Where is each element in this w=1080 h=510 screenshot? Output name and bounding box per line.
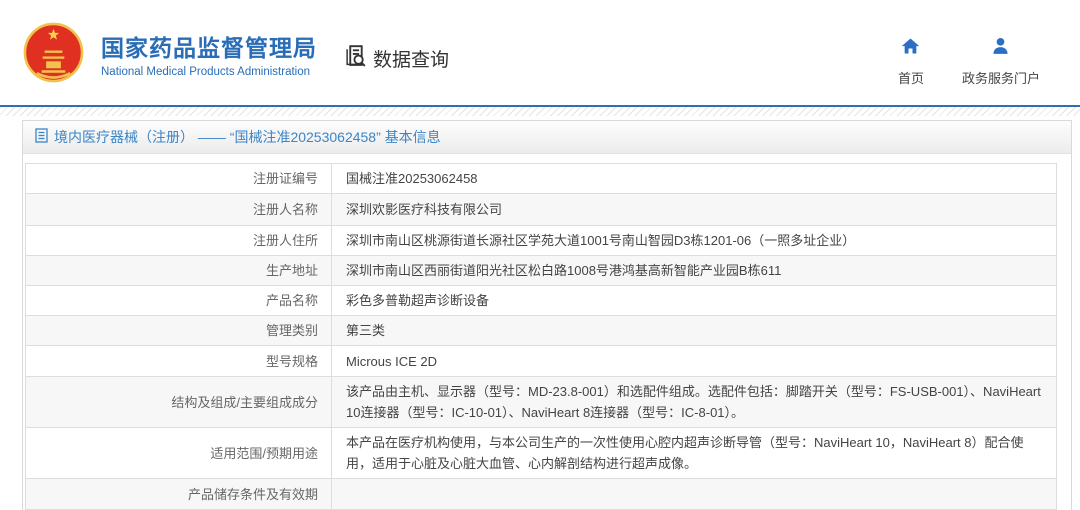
document-search-icon: [344, 43, 369, 74]
user-icon: [990, 36, 1011, 61]
row-label: 注册人住所: [26, 226, 332, 256]
data-query-link[interactable]: 数据查询: [344, 43, 449, 74]
top-nav: 首页 政务服务门户: [898, 36, 1040, 87]
row-label: 生产地址: [26, 256, 332, 286]
row-value: 该产品由主机、显示器（型号：MD-23.8-001）和选配件组成。选配件包括：脚…: [332, 377, 1057, 428]
nav-item-label: 首页: [898, 68, 924, 87]
row-label: 产品储存条件及有效期: [26, 479, 332, 510]
row-value: Microus ICE 2D: [332, 346, 1057, 377]
nav-item-label: 政务服务门户: [962, 68, 1040, 87]
row-value: 深圳欢影医疗科技有限公司: [332, 194, 1057, 226]
row-label: 适用范围/预期用途: [26, 428, 332, 479]
panel-title-bar: 境内医疗器械（注册） —— “国械注准20253062458” 基本信息: [23, 121, 1071, 154]
row-label: 注册人名称: [26, 194, 332, 226]
table-row: 注册人名称 深圳欢影医疗科技有限公司: [26, 194, 1057, 226]
row-value: 彩色多普勒超声诊断设备: [332, 286, 1057, 316]
org-title-block: 国家药品监督管理局 National Medical Products Admi…: [101, 29, 317, 78]
table-row: 注册证编号 国械注准20253062458: [26, 164, 1057, 194]
nav-item-portal[interactable]: 政务服务门户: [962, 36, 1040, 87]
panel-title: 境内医疗器械（注册） —— “国械注准20253062458” 基本信息: [54, 127, 441, 147]
data-query-label: 数据查询: [373, 45, 449, 72]
table-row: 注册人住所 深圳市南山区桃源街道长源社区学苑大道1001号南山智园D3栋1201…: [26, 226, 1057, 256]
hatched-divider-band: [0, 107, 1080, 116]
row-value: 第三类: [332, 316, 1057, 346]
row-label: 注册证编号: [26, 164, 332, 194]
table-row: 结构及组成/主要组成成分 该产品由主机、显示器（型号：MD-23.8-001）和…: [26, 377, 1057, 428]
national-emblem-icon[interactable]: [22, 21, 85, 84]
row-value: 国械注准20253062458: [332, 164, 1057, 194]
table-row: 适用范围/预期用途 本产品在医疗机构使用，与本公司生产的一次性使用心腔内超声诊断…: [26, 428, 1057, 479]
info-table-wrap: 注册证编号 国械注准20253062458 注册人名称 深圳欢影医疗科技有限公司…: [23, 154, 1071, 510]
row-label: 产品名称: [26, 286, 332, 316]
row-label: 管理类别: [26, 316, 332, 346]
table-row: 管理类别 第三类: [26, 316, 1057, 346]
table-row: 生产地址 深圳市南山区西丽街道阳光社区松白路1008号港鸿基高新智能产业园B栋6…: [26, 256, 1057, 286]
org-name-cn: 国家药品监督管理局: [101, 29, 317, 63]
row-value: 深圳市南山区西丽街道阳光社区松白路1008号港鸿基高新智能产业园B栋611: [332, 256, 1057, 286]
registration-info-table: 注册证编号 国械注准20253062458 注册人名称 深圳欢影医疗科技有限公司…: [25, 163, 1057, 510]
row-label: 型号规格: [26, 346, 332, 377]
registration-info-panel: 境内医疗器械（注册） —— “国械注准20253062458” 基本信息 注册证…: [22, 120, 1072, 510]
row-value: 深圳市南山区桃源街道长源社区学苑大道1001号南山智园D3栋1201-06（一照…: [332, 226, 1057, 256]
table-row: 产品名称 彩色多普勒超声诊断设备: [26, 286, 1057, 316]
document-icon: [35, 128, 48, 146]
row-value: 本产品在医疗机构使用，与本公司生产的一次性使用心腔内超声诊断导管（型号：Navi…: [332, 428, 1057, 479]
table-row: 产品储存条件及有效期: [26, 479, 1057, 510]
page-header: 国家药品监督管理局 National Medical Products Admi…: [0, 0, 1080, 105]
nav-item-home[interactable]: 首页: [898, 36, 924, 87]
org-name-en: National Medical Products Administration: [101, 66, 317, 78]
home-icon: [900, 36, 921, 61]
table-row: 型号规格 Microus ICE 2D: [26, 346, 1057, 377]
row-label: 结构及组成/主要组成成分: [26, 377, 332, 428]
row-value: [332, 479, 1057, 510]
